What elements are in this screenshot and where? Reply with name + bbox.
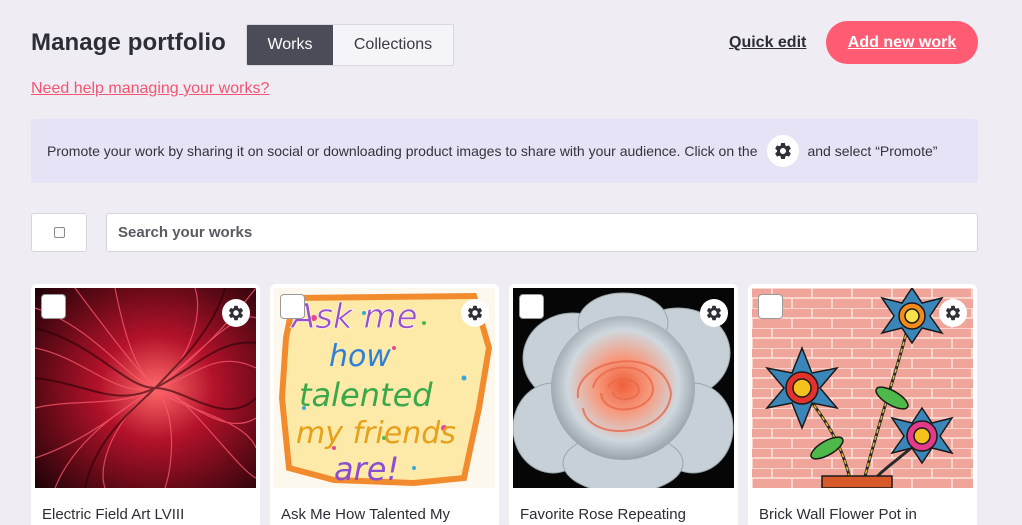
help-link[interactable]: Need help managing your works? bbox=[31, 80, 269, 98]
svg-text:talented: talented bbox=[299, 376, 433, 414]
add-new-work-button[interactable]: Add new work bbox=[826, 21, 978, 64]
promote-text-end: and select “Promote” bbox=[807, 143, 938, 159]
checkbox-square bbox=[53, 227, 65, 238]
work-card[interactable]: Electric Field Art LVIII bbox=[31, 284, 260, 525]
work-card[interactable]: Favorite Rose Repeating bbox=[509, 284, 738, 525]
work-title[interactable]: Ask Me How Talented My bbox=[281, 506, 450, 523]
tab-works[interactable]: Works bbox=[247, 25, 333, 65]
work-title[interactable]: Brick Wall Flower Pot in bbox=[759, 506, 917, 523]
work-card[interactable]: Ask me how talented my friends are! Ask … bbox=[270, 284, 499, 525]
svg-text:Ask me: Ask me bbox=[290, 297, 418, 337]
promote-banner: Promote your work by sharing it on socia… bbox=[31, 119, 978, 183]
promote-text: Promote your work by sharing it on socia… bbox=[47, 143, 758, 159]
work-checkbox[interactable] bbox=[280, 294, 305, 319]
page-title: Manage portfolio bbox=[31, 29, 226, 56]
gear-icon[interactable] bbox=[700, 299, 728, 327]
gear-icon[interactable] bbox=[461, 299, 489, 327]
work-title[interactable]: Favorite Rose Repeating bbox=[520, 506, 686, 523]
quick-edit-link[interactable]: Quick edit bbox=[729, 34, 806, 52]
view-tabs: Works Collections bbox=[246, 24, 454, 66]
work-checkbox[interactable] bbox=[41, 294, 66, 319]
header: Manage portfolio Works Collections Quick… bbox=[31, 21, 978, 66]
work-checkbox[interactable] bbox=[519, 294, 544, 319]
gear-icon[interactable] bbox=[222, 299, 250, 327]
work-checkbox[interactable] bbox=[758, 294, 783, 319]
svg-text:are!: are! bbox=[334, 450, 399, 488]
work-card[interactable]: Brick Wall Flower Pot in bbox=[748, 284, 977, 525]
gear-icon bbox=[767, 135, 800, 167]
gear-icon[interactable] bbox=[939, 299, 967, 327]
select-all-checkbox[interactable] bbox=[31, 213, 87, 252]
search-input[interactable] bbox=[106, 213, 978, 252]
svg-text:my friends: my friends bbox=[296, 416, 456, 451]
work-title[interactable]: Electric Field Art LVIII bbox=[42, 506, 184, 523]
tab-collections[interactable]: Collections bbox=[333, 25, 453, 65]
svg-text:how: how bbox=[329, 339, 391, 374]
